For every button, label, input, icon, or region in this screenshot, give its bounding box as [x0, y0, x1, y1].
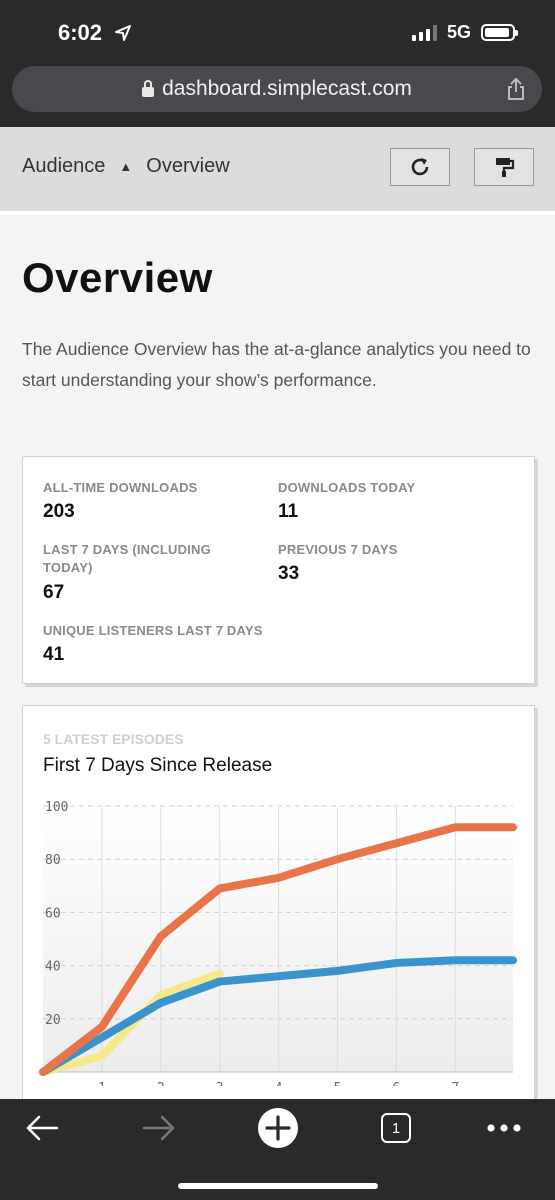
stat-label-unique: UNIQUE LISTENERS LAST 7 DAYS: [43, 623, 263, 638]
home-indicator: [178, 1183, 378, 1189]
new-tab-icon[interactable]: [257, 1107, 299, 1149]
stat-value-previous-7: 33: [278, 563, 300, 584]
stat-value-unique: 41: [43, 644, 65, 665]
location-arrow-icon: [114, 24, 132, 47]
breadcrumb: Audience ▲ Overview: [22, 155, 230, 178]
stat-label-all-time: ALL-TIME DOWNLOADS: [43, 480, 198, 495]
signal-icon: [411, 24, 437, 41]
x-tick-label-6: 6: [392, 1081, 400, 1086]
customize-button[interactable]: [474, 148, 534, 186]
x-tick-label-2: 2: [157, 1081, 165, 1086]
lock-icon: [142, 80, 155, 97]
more-icon[interactable]: [486, 1123, 522, 1133]
stat-value-last-7: 67: [43, 582, 65, 603]
status-time: 6:02: [58, 20, 103, 45]
stat-value-today: 11: [278, 501, 299, 522]
tabs-button[interactable]: 1: [381, 1113, 411, 1143]
stat-label-last-7: LAST 7 DAYS (INCLUDING TODAY): [43, 542, 211, 575]
stat-label-today: DOWNLOADS TODAY: [278, 480, 416, 495]
breadcrumb-audience[interactable]: Audience: [22, 155, 105, 178]
stat-value-all-time: 203: [43, 501, 75, 522]
refresh-button[interactable]: [390, 148, 450, 186]
url-text: dashboard.simplecast.com: [162, 77, 412, 100]
chart-kicker: 5 LATEST EPISODES: [43, 731, 184, 747]
page-title: Overview: [22, 254, 213, 301]
x-tick-label-7: 7: [451, 1081, 459, 1086]
battery-icon: [481, 24, 518, 41]
y-tick-label-80: 80: [45, 853, 61, 868]
stats-card: ALL-TIME DOWNLOADS 203 DOWNLOADS TODAY 1…: [22, 456, 535, 684]
x-tick-label-3: 3: [216, 1081, 224, 1086]
status-indicators: 5G: [411, 22, 518, 43]
browser-toolbar: 1: [0, 1099, 555, 1200]
page-description: The Audience Overview has the at-a-glanc…: [22, 339, 531, 390]
y-tick-label-60: 60: [45, 906, 61, 921]
x-tick-label-1: 1: [98, 1081, 106, 1086]
paint-roller-icon: [496, 158, 515, 177]
share-icon[interactable]: [506, 77, 526, 100]
x-tick-label-5: 5: [334, 1081, 342, 1086]
x-tick-label-4: 4: [275, 1081, 283, 1086]
forward-arrow-icon[interactable]: [141, 1113, 177, 1143]
breadcrumb-bar: Audience ▲ Overview: [0, 127, 555, 215]
y-tick-label-40: 40: [45, 960, 61, 975]
tab-count: 1: [391, 1119, 401, 1137]
network-label: 5G: [446, 22, 471, 42]
chevron-up-icon[interactable]: ▲: [119, 159, 132, 174]
episodes-chart-card: 5 LATEST EPISODES First 7 Days Since Rel…: [22, 705, 535, 1125]
address-bar[interactable]: dashboard.simplecast.com: [12, 66, 542, 112]
breadcrumb-overview: Overview: [146, 155, 230, 177]
downloads-line-chart: 20 40 60 80 100 1 2 3 4 5 6 7: [39, 800, 517, 1086]
chart-title: First 7 Days Since Release: [43, 755, 273, 776]
browser-chrome: 6:02 5G dashboard.simplecast.com: [0, 0, 555, 127]
refresh-icon: [411, 158, 429, 176]
y-tick-label-20: 20: [45, 1013, 61, 1028]
back-arrow-icon[interactable]: [24, 1113, 60, 1143]
y-tick-label-100: 100: [45, 800, 68, 815]
stat-label-previous-7: PREVIOUS 7 DAYS: [278, 542, 398, 557]
